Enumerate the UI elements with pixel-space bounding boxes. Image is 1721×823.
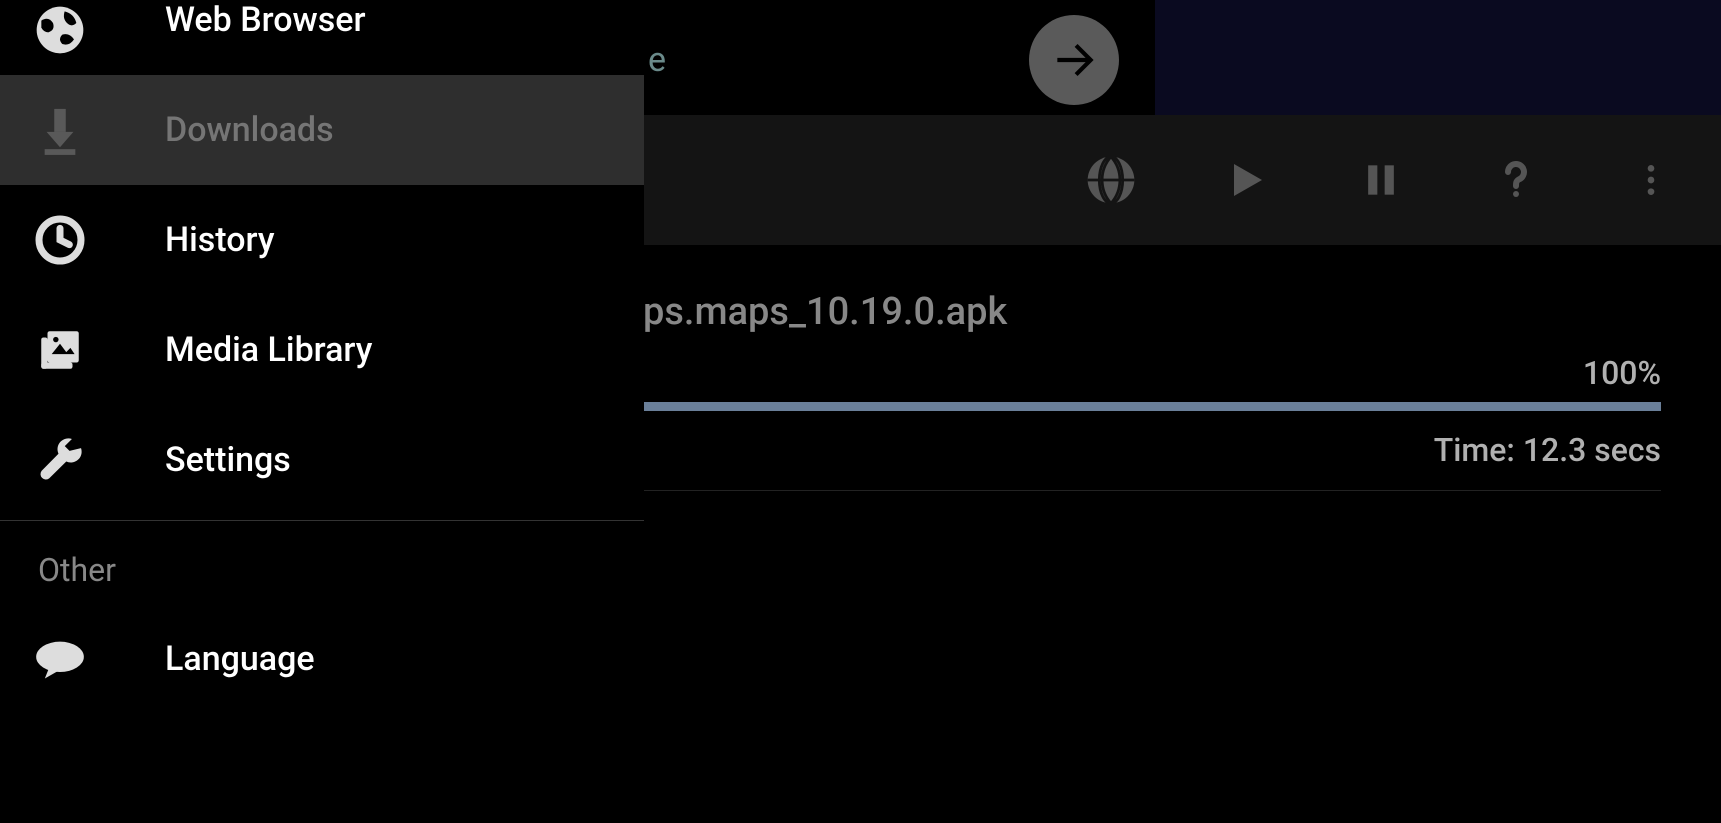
download-icon <box>30 100 90 160</box>
divider <box>0 520 644 521</box>
go-button[interactable] <box>1029 15 1119 105</box>
nav-label: History <box>165 220 274 260</box>
nav-item-web-browser[interactable]: Web Browser <box>0 0 644 75</box>
nav-label: Language <box>165 639 315 679</box>
overflow-menu-button[interactable] <box>1621 150 1681 210</box>
media-library-icon <box>30 320 90 380</box>
pause-icon <box>1359 158 1403 202</box>
play-all-button[interactable] <box>1216 150 1276 210</box>
download-item[interactable]: ps.maps_10.19.0.apk 100% Time: 12.3 secs <box>643 290 1661 469</box>
pause-all-button[interactable] <box>1351 150 1411 210</box>
nav-section-other: Other <box>0 526 644 604</box>
download-progress-bar <box>643 402 1661 411</box>
nav-item-downloads[interactable]: Downloads <box>0 75 644 185</box>
nav-label: Web Browser <box>165 0 366 40</box>
nav-item-history[interactable]: History <box>0 185 644 295</box>
url-fragment: e <box>648 40 666 80</box>
download-filename: ps.maps_10.19.0.apk <box>643 290 1661 334</box>
more-vert-icon <box>1631 160 1671 200</box>
top-right-panel <box>1155 0 1721 115</box>
download-time: Time: 12.3 secs <box>643 431 1661 469</box>
help-button[interactable] <box>1486 150 1546 210</box>
nav-item-language[interactable]: Language <box>0 604 644 714</box>
globe-icon <box>1083 152 1139 208</box>
clock-icon <box>30 210 90 270</box>
play-icon <box>1222 156 1270 204</box>
nav-item-media-library[interactable]: Media Library <box>0 295 644 405</box>
nav-label: Media Library <box>165 330 372 370</box>
wrench-icon <box>30 430 90 490</box>
chat-icon <box>30 629 90 689</box>
help-icon <box>1492 156 1540 204</box>
globe-icon <box>30 0 90 60</box>
nav-label: Downloads <box>165 110 334 150</box>
download-percent: 100% <box>1583 354 1661 392</box>
nav-item-settings[interactable]: Settings <box>0 405 644 515</box>
arrow-right-icon <box>1049 35 1099 85</box>
nav-label: Settings <box>165 440 291 480</box>
navigation-drawer: Web Browser Downloads History <box>0 0 644 823</box>
download-progress-row: 100% <box>643 354 1661 392</box>
divider <box>640 490 1661 491</box>
browser-button[interactable] <box>1081 150 1141 210</box>
